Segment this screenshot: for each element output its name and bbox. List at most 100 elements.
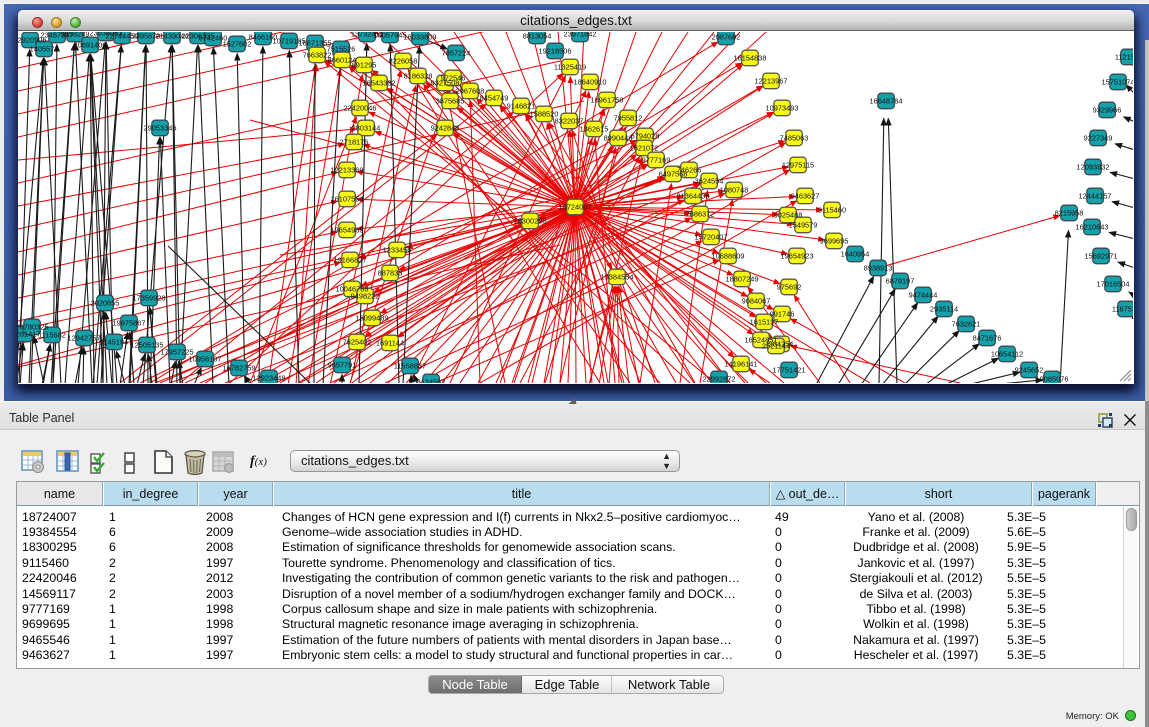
svg-text:6794028: 6794028 (631, 132, 660, 141)
svg-text:7857224: 7857224 (442, 49, 471, 58)
svg-text:1121509: 1121509 (1115, 53, 1133, 62)
svg-text:8454749: 8454749 (480, 94, 509, 103)
svg-text:1640954: 1640954 (841, 250, 870, 259)
svg-text:1115682: 1115682 (38, 331, 66, 340)
svg-text:10057945: 10057945 (374, 32, 407, 40)
svg-text:8813054: 8813054 (523, 32, 552, 41)
svg-text:2020655: 2020655 (91, 299, 120, 308)
svg-text:20691406: 20691406 (74, 41, 107, 50)
svg-text:19654923: 19654923 (781, 252, 814, 261)
svg-text:12975115: 12975115 (782, 161, 814, 170)
svg-text:1167534: 1167534 (1112, 305, 1133, 314)
svg-text:7955812: 7955812 (614, 114, 643, 123)
svg-text:12093832: 12093832 (1077, 163, 1110, 172)
svg-text:12505135: 12505135 (131, 341, 164, 350)
svg-text:1080748: 1080748 (720, 186, 749, 195)
svg-text:10973493: 10973493 (766, 104, 799, 113)
svg-text:6879197: 6879197 (886, 277, 915, 286)
svg-text:12923448: 12923448 (253, 374, 286, 383)
svg-text:9115460: 9115460 (818, 206, 846, 215)
svg-text:11558837: 11558837 (394, 362, 426, 371)
svg-text:12444157: 12444157 (1079, 192, 1112, 201)
svg-text:1405571: 1405571 (30, 45, 59, 54)
svg-text:15720407: 15720407 (695, 233, 728, 242)
svg-text:9699695: 9699695 (820, 237, 849, 246)
svg-text:29053346: 29053346 (144, 124, 177, 133)
svg-text:10958107: 10958107 (189, 355, 222, 364)
svg-text:22992872: 22992872 (703, 375, 736, 384)
svg-text:16033809: 16033809 (404, 33, 437, 42)
svg-text:12213967: 12213967 (755, 77, 788, 86)
svg-text:11325419: 11325419 (554, 63, 586, 72)
svg-text:21364436: 21364436 (677, 192, 710, 201)
svg-text:746266: 746266 (677, 166, 702, 175)
svg-text:16154838: 16154838 (734, 54, 767, 63)
svg-text:19975867: 19975867 (113, 319, 146, 328)
svg-text:16107554: 16107554 (331, 195, 364, 204)
svg-text:1527602: 1527602 (223, 40, 252, 49)
svg-text:8215958: 8215958 (1055, 209, 1084, 218)
svg-text:18724007: 18724007 (559, 203, 592, 212)
svg-text:9227349: 9227349 (1084, 134, 1113, 143)
svg-text:8471676: 8471676 (973, 334, 1002, 343)
svg-text:16782759: 16782759 (223, 364, 256, 373)
svg-text:3624554: 3624554 (695, 177, 724, 186)
svg-text:17751421: 17751421 (773, 366, 806, 375)
svg-text:8134562: 8134562 (417, 378, 446, 384)
svg-text:19166827: 19166827 (334, 256, 367, 265)
svg-text:18640910: 18640910 (574, 78, 607, 87)
svg-text:2718176: 2718176 (340, 138, 369, 147)
svg-text:9657791: 9657791 (328, 361, 357, 370)
svg-text:10688609: 10688609 (712, 252, 745, 261)
svg-text:9498222: 9498222 (351, 292, 380, 301)
svg-text:19085076: 19085076 (1036, 375, 1069, 384)
svg-text:972546: 972546 (441, 74, 466, 83)
svg-text:1233456: 1233456 (383, 246, 412, 255)
svg-text:7625402: 7625402 (343, 338, 372, 347)
svg-text:8186328: 8186328 (404, 72, 433, 81)
svg-text:8226058: 8226058 (389, 57, 418, 66)
svg-text:1145194: 1145194 (100, 338, 128, 347)
svg-text:8990448: 8990448 (604, 134, 633, 143)
svg-text:9474444: 9474444 (909, 291, 938, 300)
svg-text:22420046: 22420046 (344, 104, 377, 113)
svg-text:23971842: 23971842 (564, 32, 597, 39)
svg-text:12942757: 12942757 (68, 334, 101, 343)
svg-text:16099489: 16099489 (356, 314, 389, 323)
svg-text:8938913: 8938913 (864, 264, 893, 273)
svg-text:9242848: 9242848 (431, 124, 460, 133)
svg-text:1621072: 1621072 (630, 144, 659, 153)
svg-text:7485063: 7485063 (780, 134, 809, 143)
svg-text:19218506: 19218506 (539, 47, 572, 56)
svg-text:1691144: 1691144 (376, 339, 404, 348)
svg-text:17359928: 17359928 (133, 294, 166, 303)
svg-text:2803144: 2803144 (352, 124, 381, 133)
svg-text:891295: 891295 (352, 61, 377, 70)
svg-text:9329966: 9329966 (1093, 106, 1122, 115)
svg-text:10654112: 10654112 (991, 350, 1023, 359)
svg-text:15692971: 15692971 (1085, 252, 1118, 261)
svg-text:18807249: 18807249 (726, 275, 759, 284)
svg-text:9084067: 9084067 (742, 297, 771, 306)
svg-text:2087682: 2087682 (712, 33, 741, 42)
svg-text:19654985: 19654985 (331, 226, 364, 235)
svg-text:16648784: 16648784 (870, 97, 903, 106)
svg-text:9025488: 9025488 (774, 211, 803, 220)
svg-text:12213369: 12213369 (331, 166, 364, 175)
svg-text:15751074: 15751074 (1102, 78, 1133, 87)
svg-text:14196141: 14196141 (725, 360, 758, 369)
svg-text:7886372: 7886372 (686, 210, 715, 219)
svg-text:19384554: 19384554 (601, 273, 634, 282)
svg-text:2935114: 2935114 (930, 305, 958, 314)
svg-text:3875685: 3875685 (436, 97, 465, 106)
svg-text:1615137: 1615137 (750, 318, 779, 327)
svg-text:9463627: 9463627 (791, 192, 820, 201)
svg-text:1549579: 1549579 (789, 221, 818, 230)
svg-text:975692: 975692 (777, 283, 802, 292)
svg-text:2521144: 2521144 (762, 342, 790, 351)
svg-text:887833: 887833 (378, 269, 403, 278)
svg-text:1362615: 1362615 (580, 125, 609, 134)
svg-text:16210643: 16210643 (1076, 223, 1109, 232)
svg-text:16543382: 16543382 (363, 79, 396, 88)
svg-text:9245652: 9245652 (1015, 366, 1044, 375)
